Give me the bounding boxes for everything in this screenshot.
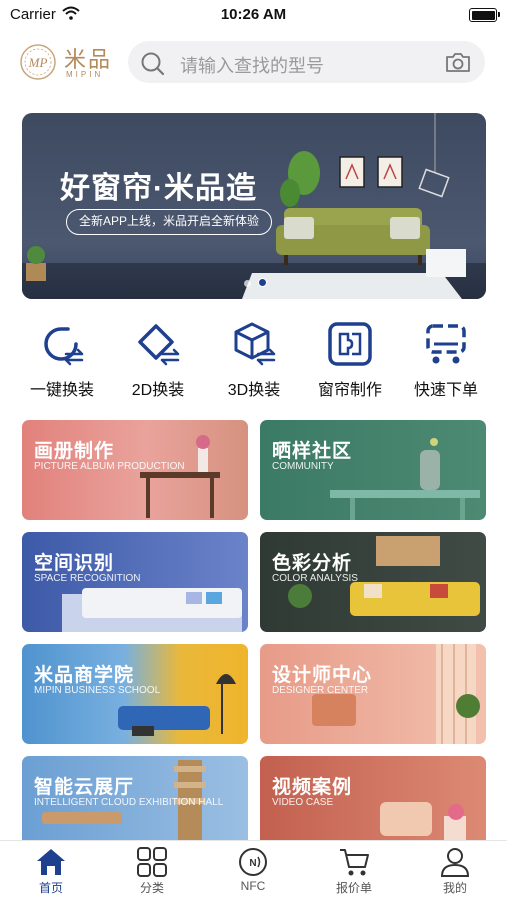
carousel-dot-1[interactable]	[244, 280, 251, 287]
quick-action-one-click-swap[interactable]: 一键换装	[17, 320, 107, 400]
search-bar[interactable]: 请输入查找的型号	[128, 41, 485, 83]
tab-label: NFC	[240, 879, 266, 893]
card-subtitle: SPACE RECOGNITION	[34, 573, 141, 584]
header: MP 米品 MIPIN 请输入查找的型号	[0, 38, 507, 86]
card-designer-center[interactable]: 设计师中心 DESIGNER CENTER	[260, 644, 486, 744]
svg-text:MP: MP	[28, 55, 48, 70]
quick-action-2d-swap[interactable]: 2D换装	[113, 320, 203, 400]
profile-icon	[440, 848, 470, 877]
quick-action-label: 窗帘制作	[317, 382, 382, 399]
cube-swap-icon	[234, 322, 276, 366]
tab-label: 首页	[38, 881, 63, 895]
logo-subtitle: MIPIN	[66, 70, 104, 79]
card-business-school[interactable]: 米品商学院 MIPIN BUSINESS SCHOOL	[22, 644, 248, 744]
grid-icon	[137, 847, 167, 877]
card-subtitle: MIPIN BUSINESS SCHOOL	[34, 685, 161, 696]
tab-quotation[interactable]: 报价单	[314, 847, 394, 896]
home-icon	[37, 849, 65, 875]
tab-label: 分类	[139, 881, 164, 895]
camera-scan-icon[interactable]	[445, 51, 471, 73]
quick-action-label: 快速下单	[413, 382, 478, 399]
tab-label: 报价单	[335, 881, 372, 895]
cart-icon	[340, 849, 369, 876]
quick-action-label: 一键换装	[29, 382, 94, 399]
tab-nfc[interactable]: N NFC	[213, 847, 293, 893]
carousel-dot-2[interactable]	[258, 278, 267, 287]
card-subtitle: COMMUNITY	[272, 461, 334, 472]
card-title: 智能云展厅	[34, 777, 135, 798]
card-subtitle: PICTURE ALBUM PRODUCTION	[34, 461, 185, 472]
tab-categories[interactable]: 分类	[112, 847, 192, 896]
quick-action-label: 2D换装	[131, 382, 185, 399]
card-picture-album[interactable]: 画册制作 PICTURE ALBUM PRODUCTION	[22, 420, 248, 520]
quick-action-curtain-making[interactable]: 窗帘制作	[305, 320, 395, 400]
card-title: 米品商学院	[34, 665, 135, 686]
status-bar: Carrier 10:26 AM	[0, 0, 507, 30]
curtain-puzzle-icon	[328, 322, 372, 366]
search-icon	[141, 52, 165, 76]
diamond-swap-icon	[138, 324, 180, 366]
card-title: 晒样社区	[272, 441, 353, 462]
quick-action-3d-swap[interactable]: 3D换装	[209, 320, 299, 400]
card-title: 空间识别	[34, 553, 115, 574]
search-input[interactable]: 请输入查找的型号	[180, 52, 324, 78]
logo-mark-icon: MP	[20, 44, 56, 80]
quick-action-quick-order[interactable]: 快速下单	[401, 320, 491, 400]
card-subtitle: DESIGNER CENTER	[272, 685, 369, 696]
card-community[interactable]: 晒样社区 COMMUNITY	[260, 420, 486, 520]
card-subtitle: VIDEO CASE	[272, 797, 334, 808]
card-title: 色彩分析	[272, 553, 353, 574]
card-title: 视频案例	[272, 777, 353, 798]
card-subtitle: INTELLIGENT CLOUD EXHIBITION HALL	[34, 797, 224, 808]
battery-icon	[469, 8, 500, 22]
card-title: 画册制作	[34, 441, 115, 462]
card-title: 设计师中心	[272, 665, 373, 686]
banner-title: 好窗帘·米品造	[60, 172, 257, 205]
tab-home[interactable]: 首页	[11, 847, 91, 896]
banner-tagline: 全新APP上线，米品开启全新体验	[66, 209, 273, 235]
card-space-recognition[interactable]: 空间识别 SPACE RECOGNITION	[22, 532, 248, 632]
tab-label: 我的	[442, 881, 467, 895]
card-subtitle: COLOR ANALYSIS	[272, 573, 358, 584]
nfc-icon: N	[239, 848, 267, 876]
rotate-swap-icon	[44, 327, 84, 366]
bottom-tab-bar: 首页 分类 N NFC 报价单 我的	[0, 840, 507, 901]
svg-text:N: N	[249, 858, 256, 869]
clock: 10:26 AM	[220, 6, 287, 23]
quick-order-cart-icon	[426, 324, 466, 364]
card-color-analysis[interactable]: 色彩分析 COLOR ANALYSIS	[260, 532, 486, 632]
tab-profile[interactable]: 我的	[415, 847, 495, 896]
quick-action-label: 3D换装	[227, 382, 281, 399]
brand-logo: MP 米品 MIPIN	[18, 40, 118, 84]
quick-actions: 一键换装 2D换装 3D换装 窗帘制作 快速下单	[0, 320, 507, 400]
promo-banner[interactable]: 好窗帘·米品造 全新APP上线，米品开启全新体验	[22, 113, 486, 299]
